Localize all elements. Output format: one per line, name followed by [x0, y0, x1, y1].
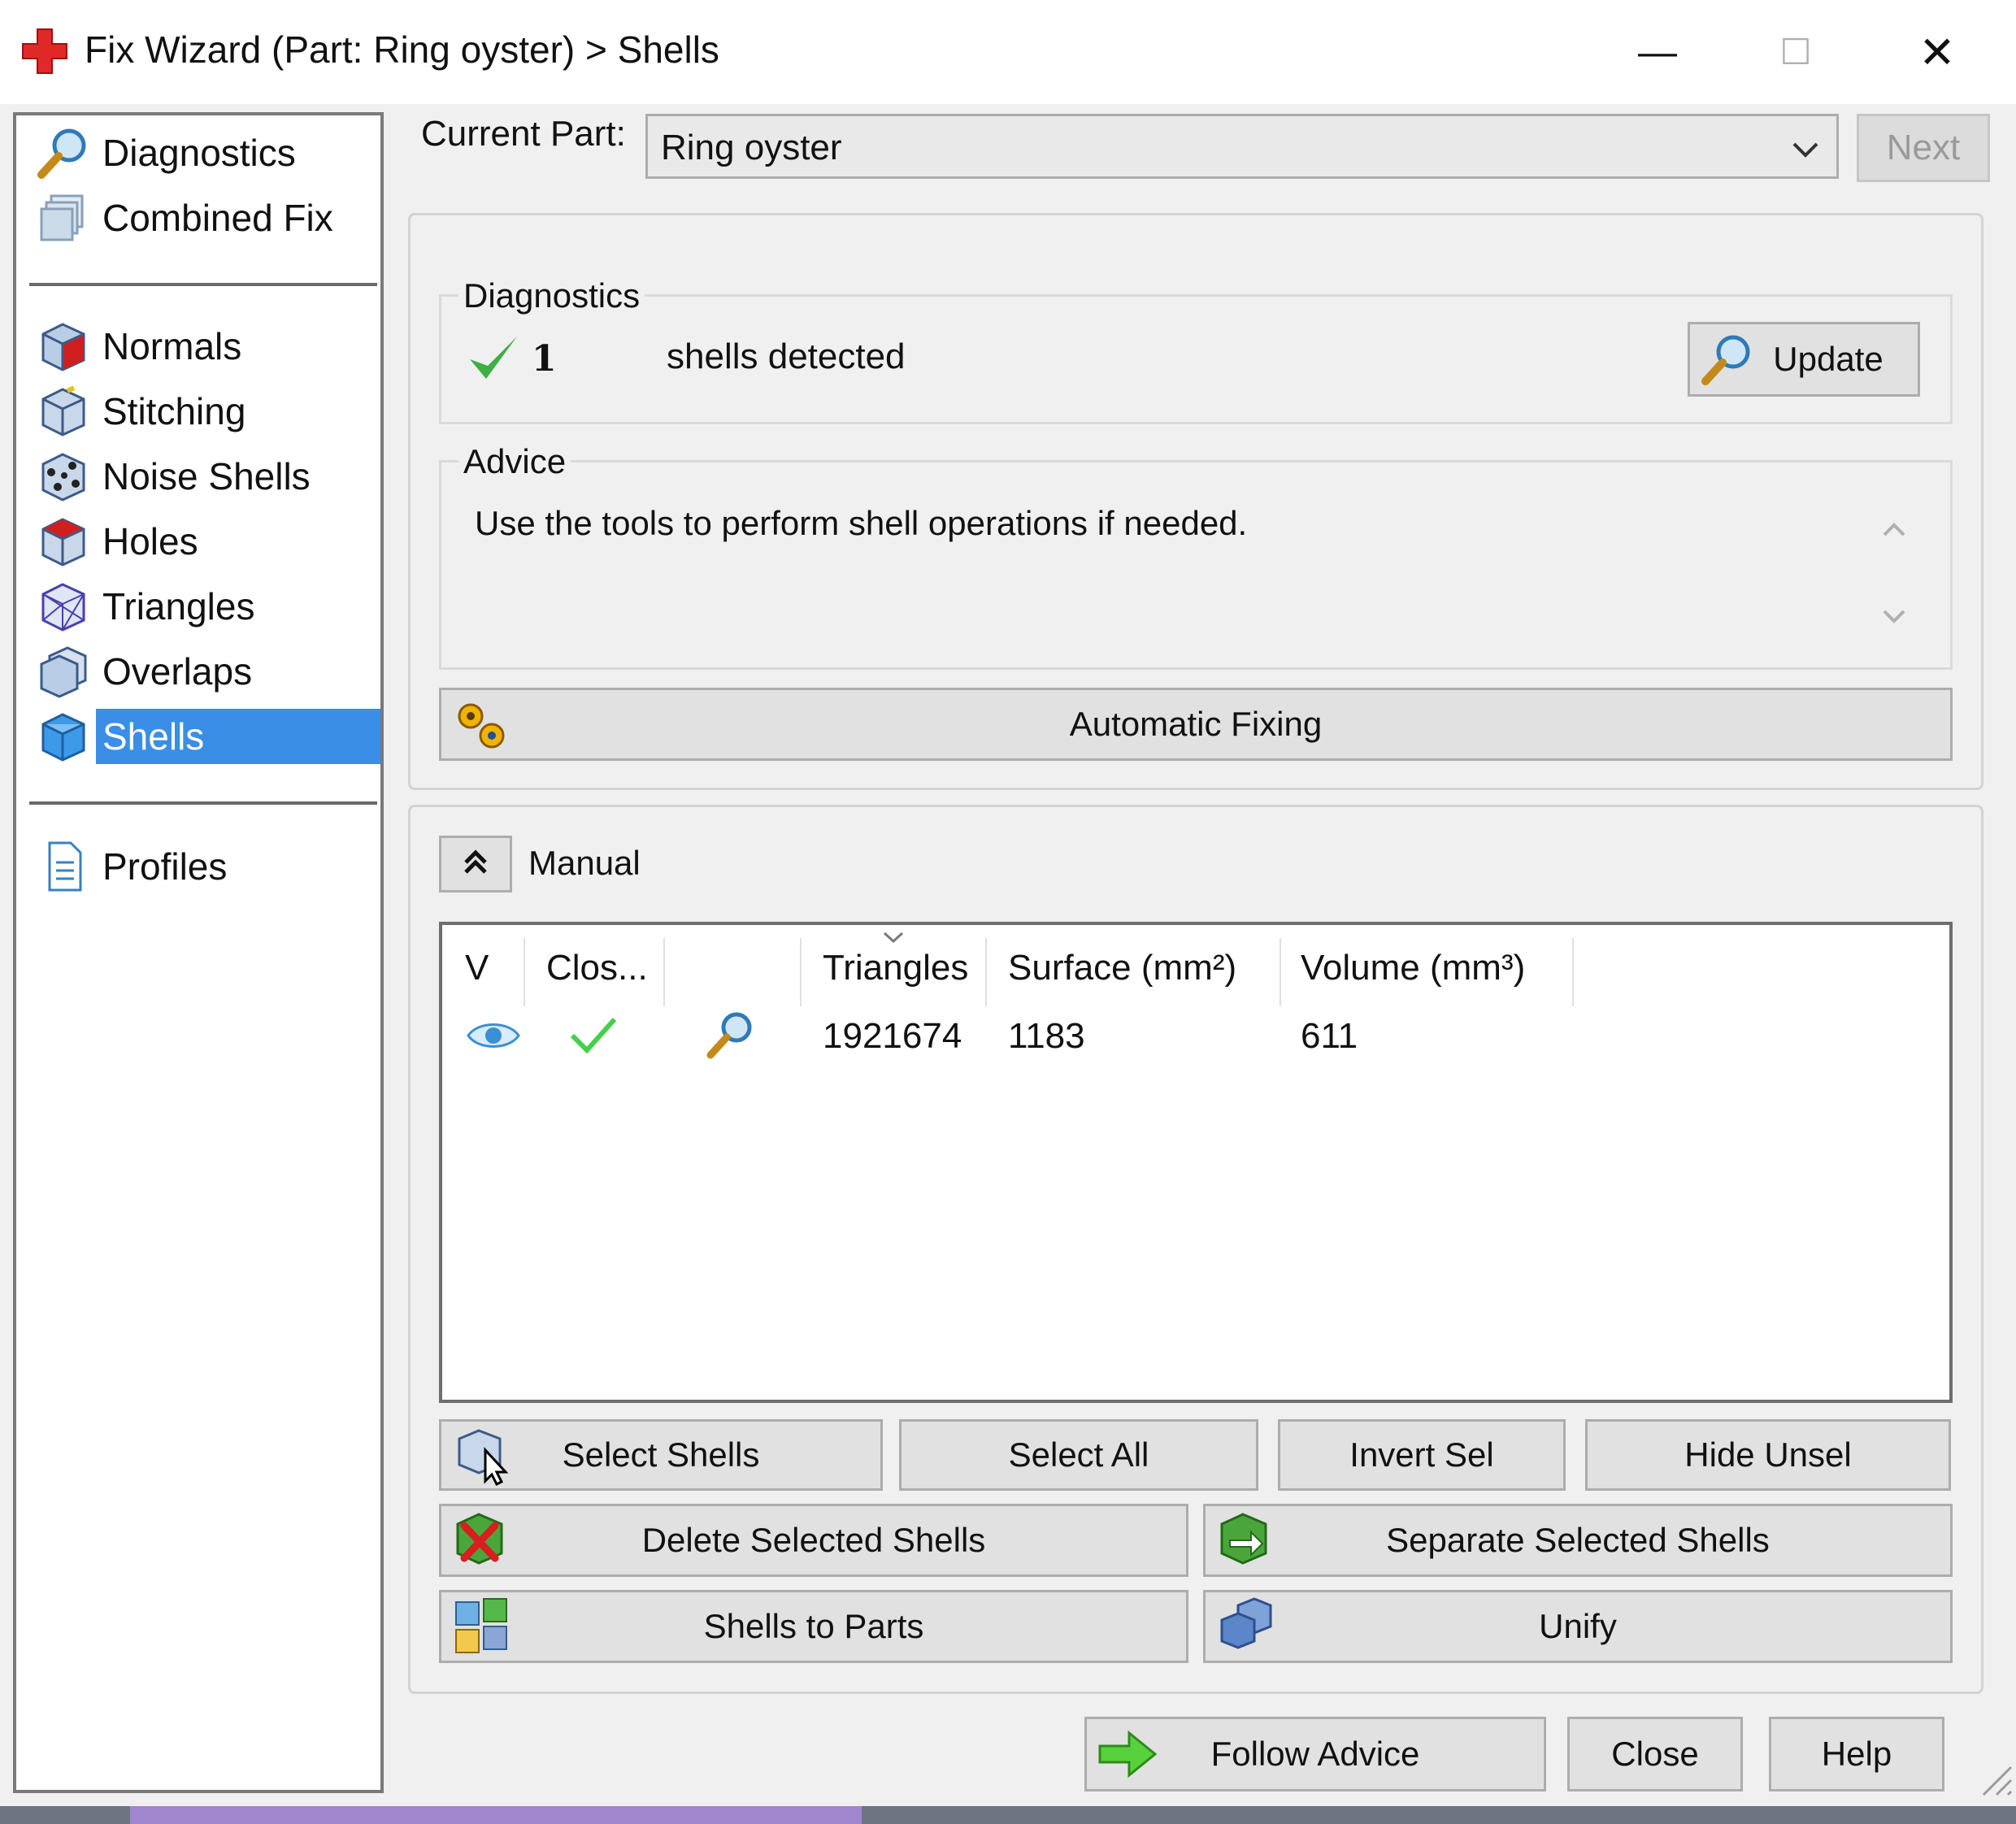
- nav-item-combined-fix[interactable]: Combined Fix: [31, 190, 380, 245]
- stacked-boxes-icon: [31, 190, 96, 245]
- nav-item-overlaps[interactable]: Overlaps: [31, 644, 380, 699]
- background-desktop-strip: [0, 1806, 2016, 1824]
- select-shells-button[interactable]: Select Shells: [439, 1419, 883, 1491]
- advice-legend: Advice: [458, 442, 571, 481]
- shells-table[interactable]: V Clos... Triangles Surface (mm²) Volume…: [439, 922, 1953, 1403]
- advice-fieldset: [439, 460, 1953, 670]
- hide-unselected-button[interactable]: Hide Unsel: [1585, 1419, 1951, 1491]
- delete-shell-icon: [450, 1508, 515, 1573]
- cell-surface: 1183: [1008, 1016, 1085, 1056]
- nav-item-triangles[interactable]: Triangles: [31, 579, 380, 634]
- scroll-up-icon[interactable]: [1878, 514, 1910, 546]
- unify-icon: [1214, 1594, 1279, 1659]
- check-icon: [465, 330, 522, 387]
- cube-wire-icon: [31, 579, 96, 634]
- column-separator: [800, 938, 802, 1006]
- column-separator: [985, 938, 987, 1006]
- maximize-icon: ☐: [1779, 32, 1812, 72]
- nav-item-diagnostics[interactable]: Diagnostics: [31, 125, 380, 180]
- column-header-surface[interactable]: Surface (mm²): [1008, 948, 1236, 988]
- separate-shell-icon: [1214, 1508, 1279, 1573]
- invert-selection-button[interactable]: Invert Sel: [1278, 1419, 1566, 1491]
- app-cross-icon: [21, 28, 68, 75]
- select-cursor-icon: [450, 1422, 515, 1487]
- shell-count: 1: [532, 338, 557, 380]
- separate-selected-shells-button[interactable]: Separate Selected Shells: [1203, 1504, 1953, 1577]
- update-button[interactable]: Update: [1688, 322, 1920, 397]
- column-header-triangles[interactable]: Triangles: [823, 948, 968, 988]
- sort-indicator-icon: [881, 928, 906, 945]
- resize-grip-icon[interactable]: [1972, 1756, 2013, 1796]
- advice-text: Use the tools to perform shell operation…: [475, 504, 1248, 542]
- advice-scrollbar[interactable]: [1870, 499, 1918, 654]
- close-window-button[interactable]: ✕: [1892, 18, 1982, 86]
- minimize-icon: —: [1638, 30, 1677, 74]
- delete-selected-shells-button[interactable]: Delete Selected Shells: [439, 1504, 1188, 1577]
- shells-to-parts-button[interactable]: Shells to Parts: [439, 1590, 1188, 1663]
- nav-divider: [29, 283, 377, 286]
- double-chevron-up-icon: [459, 842, 492, 887]
- column-header-closed[interactable]: Clos...: [546, 948, 648, 988]
- fix-wizard-nav: Diagnostics Combined Fix Normals Stitchi…: [13, 112, 384, 1793]
- magnifier-icon: [31, 125, 96, 180]
- table-row[interactable]: 1921674 1183 611: [442, 1003, 1949, 1071]
- current-part-select[interactable]: Ring oyster: [645, 114, 1839, 179]
- column-separator: [1572, 938, 1574, 1006]
- column-separator: [524, 938, 525, 1006]
- column-header-v[interactable]: V: [465, 948, 489, 988]
- title-bar: Fix Wizard (Part: Ring oyster) > Shells …: [0, 0, 2016, 104]
- chevron-down-icon: [1786, 129, 1825, 168]
- shells-detected-text: shells detected: [667, 337, 906, 376]
- nav-item-normals[interactable]: Normals: [31, 319, 380, 374]
- diagnostics-legend: Diagnostics: [458, 276, 645, 315]
- close-icon: ✕: [1918, 28, 1956, 77]
- cube-blue-icon: [31, 709, 96, 764]
- nav-item-stitching[interactable]: Stitching: [31, 384, 380, 439]
- column-separator: [663, 938, 665, 1006]
- select-all-button[interactable]: Select All: [899, 1419, 1258, 1491]
- window-title: Fix Wizard (Part: Ring oyster) > Shells: [85, 28, 719, 71]
- cube-dots-icon: [31, 449, 96, 504]
- cube-hole-icon: [31, 514, 96, 569]
- help-button[interactable]: Help: [1769, 1717, 1944, 1791]
- cube-overlap-icon: [31, 644, 96, 699]
- cell-triangles: 1921674: [823, 1016, 962, 1056]
- unify-button[interactable]: Unify: [1203, 1590, 1953, 1663]
- magnifier-icon: [1697, 328, 1758, 390]
- document-icon: [31, 839, 96, 894]
- next-button[interactable]: Next: [1857, 114, 1990, 182]
- maximize-button[interactable]: ☐: [1751, 18, 1840, 86]
- eye-icon[interactable]: [465, 1011, 522, 1060]
- cube-stitch-icon: [31, 384, 96, 439]
- manual-label: Manual: [528, 844, 641, 882]
- collapse-manual-button[interactable]: [439, 836, 512, 892]
- nav-item-holes[interactable]: Holes: [31, 514, 380, 569]
- arrow-right-icon: [1095, 1722, 1160, 1787]
- inspect-magnifier-icon[interactable]: [702, 1006, 759, 1063]
- shells-to-parts-icon: [450, 1594, 515, 1659]
- current-part-value: Ring oyster: [661, 128, 842, 167]
- closed-check-icon: [567, 1008, 619, 1060]
- close-button[interactable]: Close: [1567, 1717, 1743, 1791]
- nav-item-profiles[interactable]: Profiles: [31, 839, 380, 894]
- follow-advice-button[interactable]: Follow Advice: [1084, 1717, 1546, 1791]
- column-header-volume[interactable]: Volume (mm³): [1301, 948, 1525, 988]
- scroll-down-icon[interactable]: [1878, 600, 1910, 632]
- nav-item-noise-shells[interactable]: Noise Shells: [31, 449, 380, 504]
- nav-divider: [29, 801, 377, 805]
- column-separator: [1280, 938, 1281, 1006]
- cell-volume: 611: [1301, 1016, 1358, 1056]
- current-part-label: Current Part:: [421, 114, 626, 154]
- minimize-button[interactable]: —: [1613, 18, 1702, 86]
- automatic-fixing-button[interactable]: Automatic Fixing: [439, 688, 1953, 761]
- nav-item-shells[interactable]: Shells: [31, 709, 380, 764]
- cube-red-icon: [31, 319, 96, 374]
- gears-icon: [450, 692, 515, 757]
